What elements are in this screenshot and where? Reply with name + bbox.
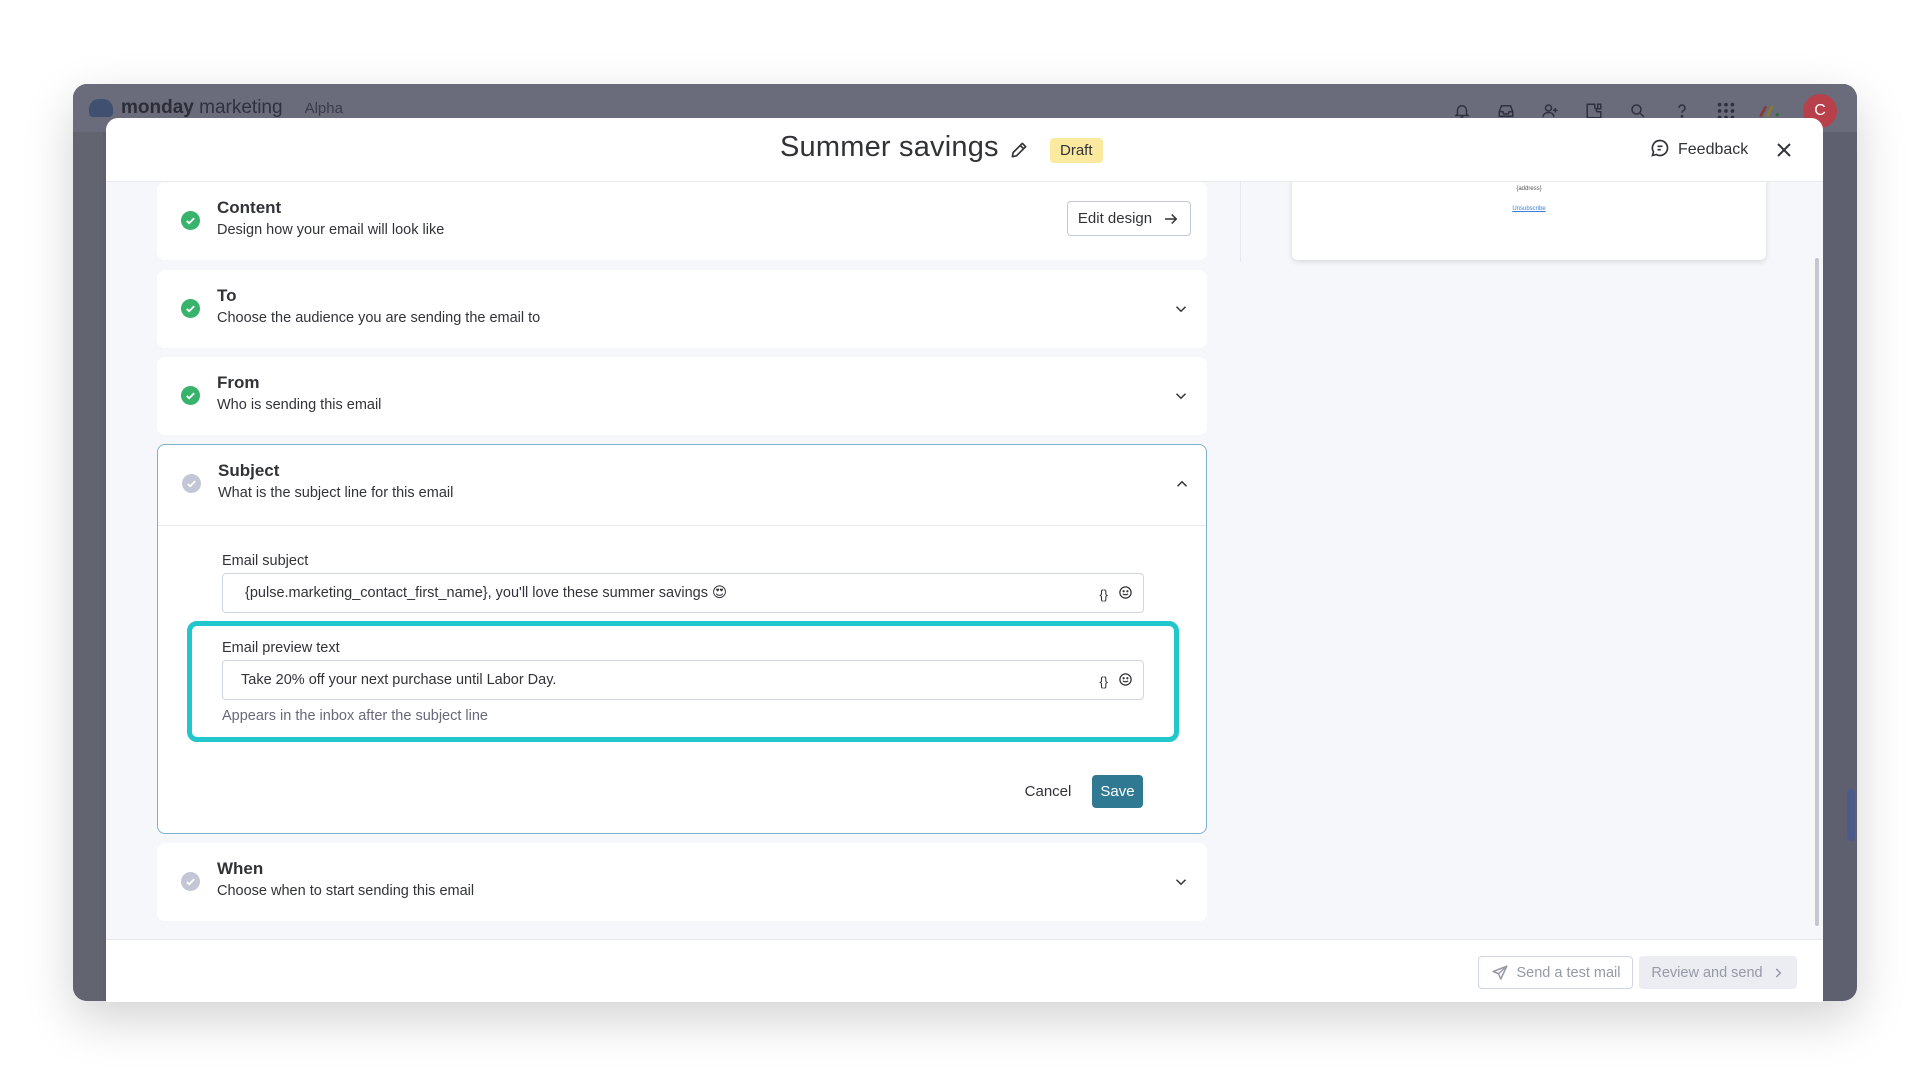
feedback-icon xyxy=(1650,138,1670,163)
email-subject-label: Email subject xyxy=(222,553,309,569)
review-and-send-button[interactable]: Review and send xyxy=(1639,956,1797,989)
step-title: Content xyxy=(217,198,282,217)
modal-footer: Send a test mail Review and send xyxy=(106,939,1823,1002)
email-preview-card: {address} Unsubscribe xyxy=(1292,182,1766,260)
step-title: When xyxy=(217,859,264,878)
chevron-down-icon[interactable] xyxy=(1172,387,1190,405)
review-and-send-label: Review and send xyxy=(1651,964,1763,981)
edit-design-label: Edit design xyxy=(1077,210,1153,227)
cancel-button[interactable]: Cancel xyxy=(1018,775,1078,808)
monday-logo-icon xyxy=(89,99,113,117)
variable-braces-icon[interactable]: {} xyxy=(1099,674,1108,689)
chevron-up-icon[interactable] xyxy=(1173,475,1191,493)
chevron-right-icon xyxy=(1775,967,1781,978)
status-badge: Draft xyxy=(1050,138,1103,163)
step-description: What is the subject line for this email xyxy=(218,485,454,501)
edit-design-button[interactable]: Edit design xyxy=(1067,201,1191,236)
email-preview-text-field[interactable]: Take 20% off your next purchase until La… xyxy=(222,660,1144,700)
step-description: Who is sending this email xyxy=(217,397,382,413)
step-subject: Subject What is the subject line for thi… xyxy=(157,444,1207,834)
app-logo[interactable]: monday marketing Alpha xyxy=(89,97,343,119)
send-test-mail-label: Send a test mail xyxy=(1516,964,1621,981)
field-tools: {} xyxy=(1099,585,1133,603)
chevron-down-icon[interactable] xyxy=(1172,300,1190,318)
step-title: Subject xyxy=(218,461,280,480)
arrow-right-icon xyxy=(1165,213,1178,224)
step-description: Choose the audience you are sending the … xyxy=(217,310,541,326)
email-preview-text-value: Take 20% off your next purchase until La… xyxy=(241,672,557,688)
close-icon xyxy=(1777,143,1791,157)
variable-braces-icon[interactable]: {} xyxy=(1099,587,1108,602)
pencil-icon[interactable] xyxy=(1009,140,1029,160)
send-test-mail-button[interactable]: Send a test mail xyxy=(1478,956,1633,989)
step-when[interactable]: When Choose when to start sending this e… xyxy=(157,843,1207,921)
chevron-down-icon[interactable] xyxy=(1172,873,1190,891)
body-scrollbar[interactable] xyxy=(1815,258,1819,926)
check-icon xyxy=(181,211,200,230)
save-button[interactable]: Save xyxy=(1092,775,1143,808)
preview-text-hint: Appears in the inbox after the subject l… xyxy=(222,708,488,724)
emoji-icon[interactable] xyxy=(1118,585,1133,603)
close-button[interactable] xyxy=(1770,136,1798,164)
alpha-badge: Alpha xyxy=(304,99,343,117)
panel-divider xyxy=(1240,182,1241,262)
step-title: To xyxy=(217,286,237,305)
app-left-sidebar xyxy=(73,132,103,1001)
email-preview-text-label: Email preview text xyxy=(222,640,340,656)
emoji-icon[interactable] xyxy=(1118,672,1133,690)
step-content: Content Design how your email will look … xyxy=(157,182,1207,260)
step-description: Choose when to start sending this email xyxy=(217,883,475,899)
modal-body: {address} Unsubscribe Content Design how… xyxy=(106,182,1823,939)
check-icon xyxy=(181,299,200,318)
preview-address: {address} xyxy=(1516,186,1542,192)
check-icon xyxy=(181,386,200,405)
feedback-button[interactable]: Feedback xyxy=(1650,134,1748,166)
check-icon xyxy=(181,872,200,891)
step-to[interactable]: To Choose the audience you are sending t… xyxy=(157,270,1207,348)
step-from[interactable]: From Who is sending this email xyxy=(157,357,1207,435)
email-title: Summer savings xyxy=(780,131,999,163)
email-editor-modal: Summer savings Draft Feedback {address} … xyxy=(106,118,1823,1002)
step-title: From xyxy=(217,373,260,392)
app-scrollbar[interactable] xyxy=(1847,789,1855,841)
email-subject-value: {pulse.marketing_contact_first_name}, yo… xyxy=(245,585,728,601)
modal-header: Summer savings Draft Feedback xyxy=(106,118,1823,182)
field-tools: {} xyxy=(1099,672,1133,690)
brand-bold: monday xyxy=(121,97,194,118)
email-subject-field[interactable]: {pulse.marketing_contact_first_name}, yo… xyxy=(222,573,1144,613)
step-description: Design how your email will look like xyxy=(217,222,445,238)
send-icon xyxy=(1492,965,1507,980)
preview-unsubscribe-link: Unsubscribe xyxy=(1512,206,1546,212)
check-icon xyxy=(182,474,201,493)
app-brand-name: monday marketing xyxy=(121,97,283,119)
feedback-label: Feedback xyxy=(1678,141,1749,158)
section-divider xyxy=(158,525,1206,526)
brand-light: marketing xyxy=(193,97,283,118)
